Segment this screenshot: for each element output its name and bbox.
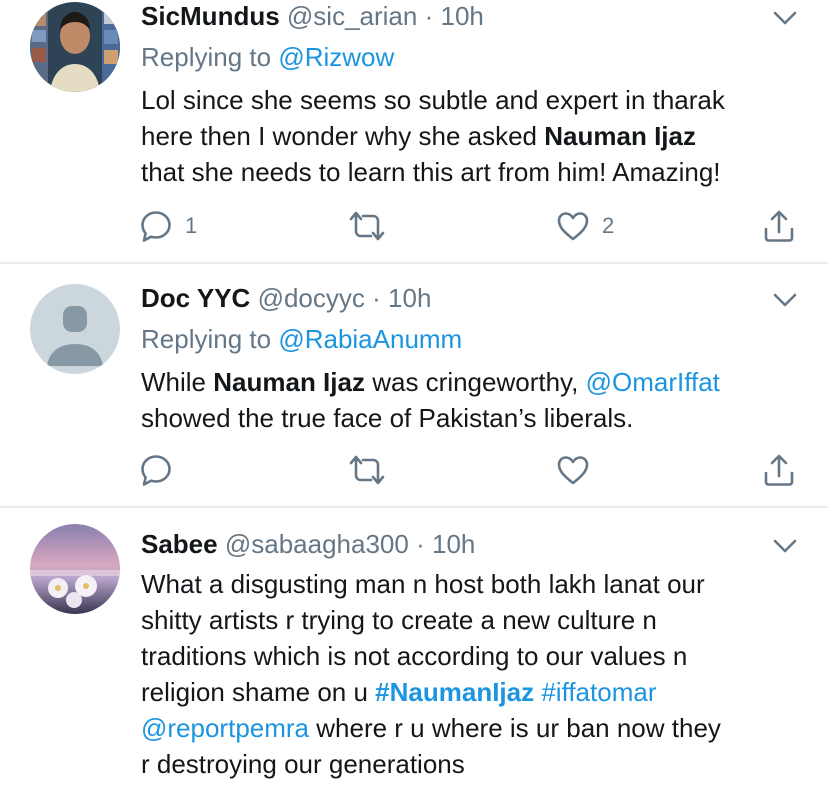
replying-to-label: Replying to [141,324,272,354]
tweet-header: SicMundus @sic_arian · 10h [141,0,484,32]
hashtag-link[interactable]: #NaumanIjaz [375,677,534,707]
separator-dot: · [372,283,381,313]
tweet-text: While Nauman Ijaz was cringeworthy, @Oma… [141,364,821,436]
tweet-text: Lol since she seems so subtle and expert… [141,82,821,190]
timestamp[interactable]: 10h [441,1,484,31]
replying-to-mention[interactable]: @RabiaAnumm [278,324,462,354]
display-name[interactable]: SicMundus [141,1,280,31]
like-icon [556,210,590,242]
username[interactable]: @sabaagha300 [225,529,409,559]
text-segment: religion shame on u [141,677,368,707]
separator-dot: · [416,529,425,559]
tweet-text-line: traditions which is not according to our… [141,641,688,671]
tweet-text-line: What a disgusting man n host both lakh l… [141,569,705,599]
text-segment: was cringeworthy, [372,367,579,397]
mention-link[interactable]: @OmarIffat [586,367,720,397]
hashtag-link[interactable]: #iffatomar [541,677,656,707]
tweet-text: What a disgusting man n host both lakh l… [141,566,821,782]
tweet-text-line: While Nauman Ijaz was cringeworthy, @Oma… [141,364,821,400]
bold-name: Nauman Ijaz [213,367,365,397]
tweet-text-line: Lol since she seems so subtle and expert… [141,85,725,115]
avatar[interactable] [30,284,120,374]
replying-to-mention[interactable]: @Rizwow [278,42,394,72]
tweet-text-line: @reportpemra where r u where is ur ban n… [141,710,821,746]
like-button[interactable]: 2 [556,206,614,246]
user-photo-icon [30,2,120,92]
tweet-3[interactable]: Sabee @sabaagha300 · 10h What a disgusti… [0,508,828,790]
retweet-button[interactable] [347,206,387,246]
chevron-down-icon[interactable] [772,290,798,310]
timestamp[interactable]: 10h [432,529,475,559]
share-button[interactable] [762,450,796,490]
reply-count: 1 [185,213,198,238]
retweet-button[interactable] [347,450,387,490]
chevron-down-icon[interactable] [772,536,798,556]
mention-link[interactable]: @reportpemra [141,713,309,743]
reply-button[interactable]: 1 [139,206,197,246]
display-name[interactable]: Sabee [141,529,218,559]
username[interactable]: @sic_arian [287,1,417,31]
text-segment: While [141,367,207,397]
text-segment: where r u where is ur ban now they [316,713,721,743]
reply-button[interactable] [139,450,173,490]
retweet-icon [347,209,387,243]
display-name[interactable]: Doc YYC [141,283,250,313]
tweet-text-line: here then I wonder why she asked Nauman … [141,118,821,154]
timestamp[interactable]: 10h [388,283,431,313]
like-icon [556,454,590,486]
tweet-header: Sabee @sabaagha300 · 10h [141,528,475,560]
tweet-text-line: religion shame on u #NaumanIjaz #iffatom… [141,674,821,710]
tweet-actions: 1 2 [0,206,828,246]
tweet-text-line: showed the true face of Pakistan’s liber… [141,403,634,433]
reply-icon [139,209,173,243]
share-icon [762,453,796,487]
retweet-icon [347,453,387,487]
tweet-text-line: shitty artists r trying to create a new … [141,605,657,635]
default-profile-icon [30,284,120,374]
tweet-text-line: that she needs to learn this art from hi… [141,157,721,187]
like-count: 2 [602,213,615,238]
avatar[interactable] [30,2,120,92]
replying-to-label: Replying to [141,42,272,72]
share-icon [762,209,796,243]
tweet-actions [0,450,828,490]
bold-name: Nauman Ijaz [544,121,696,151]
replying-to: Replying to @RabiaAnumm [141,323,462,355]
separator-dot: · [424,1,434,31]
share-button[interactable] [762,206,796,246]
tweet-1[interactable]: SicMundus @sic_arian · 10h Replying to @… [0,0,828,262]
avatar[interactable] [30,524,120,614]
like-button[interactable] [556,450,590,490]
username[interactable]: @docyyc [258,283,365,313]
text-segment: here then I wonder why she asked [141,121,538,151]
tweet-2[interactable]: Doc YYC @docyyc · 10h Replying to @Rabia… [0,264,828,506]
flower-photo-icon [30,524,120,614]
chevron-down-icon[interactable] [772,8,798,28]
tweet-header: Doc YYC @docyyc · 10h [141,282,431,314]
replying-to: Replying to @Rizwow [141,41,394,73]
reply-icon [139,453,173,487]
tweet-text-line: r destroying our generations [141,749,465,779]
